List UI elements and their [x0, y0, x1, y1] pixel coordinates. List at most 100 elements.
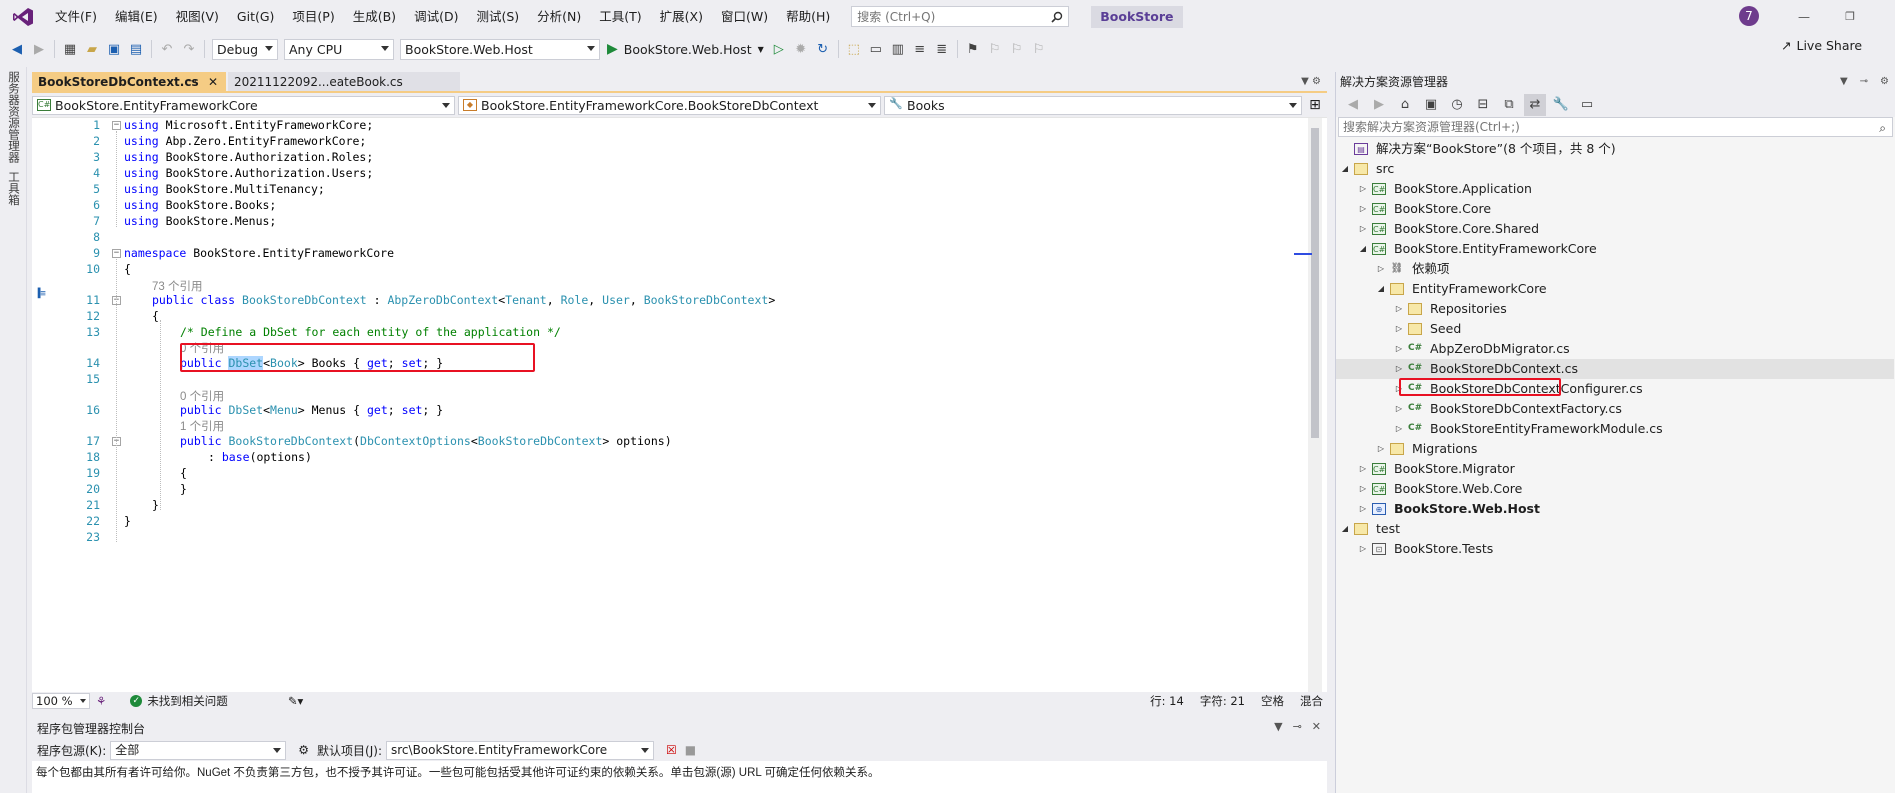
- chevron-down-icon[interactable]: ▼: [1274, 720, 1282, 733]
- open-button[interactable]: ▰: [81, 38, 103, 60]
- tree-node[interactable]: ◢ C# BookStore.EntityFrameworkCore: [1336, 239, 1894, 259]
- restore-button[interactable]: ❐: [1828, 0, 1872, 33]
- start-debugging-button[interactable]: ▶ BookStore.Web.Host ▼: [603, 38, 768, 60]
- browser-link-button[interactable]: ⬚: [843, 38, 865, 60]
- clear-console-icon[interactable]: ☒: [666, 743, 677, 757]
- switch-views-button[interactable]: ▣: [1420, 94, 1442, 116]
- clear-bookmarks-button[interactable]: ⚐: [1028, 38, 1050, 60]
- collapsed-arrow-icon[interactable]: ▷: [1394, 399, 1404, 419]
- collapsed-arrow-icon[interactable]: ▷: [1358, 459, 1368, 479]
- column-indicator[interactable]: 字符: 21: [1200, 693, 1245, 709]
- codelens-references[interactable]: 73 个引用: [152, 278, 203, 294]
- menu-git[interactable]: Git(G): [228, 0, 284, 33]
- menu-extensions[interactable]: 扩展(X): [651, 0, 712, 33]
- back-button[interactable]: ◀: [1342, 94, 1364, 116]
- whitespace-indicator[interactable]: 空格: [1261, 693, 1284, 709]
- tree-node[interactable]: ▷ C# AbpZeroDbMigrator.cs: [1336, 339, 1894, 359]
- collapsed-arrow-icon[interactable]: ▷: [1376, 439, 1386, 459]
- tab-bookstoredbcontext[interactable]: BookStoreDbContext.cs ⊸ ✕: [32, 72, 226, 92]
- minimize-button[interactable]: —: [1782, 0, 1826, 33]
- forward-button[interactable]: ▶: [28, 38, 50, 60]
- tree-node[interactable]: ◢ src: [1336, 159, 1894, 179]
- member-nav-select[interactable]: 🔧 Books: [884, 96, 1302, 115]
- configuration-select[interactable]: Debug: [212, 38, 278, 60]
- code-editor[interactable]: ▐≡ 1 2 3 4 5 6 7 8 9 10 11 12 13 14 15 1…: [32, 117, 1327, 692]
- tree-node[interactable]: ▷ Repositories: [1336, 299, 1894, 319]
- chevron-down-icon[interactable]: ▼: [1840, 72, 1848, 92]
- tree-node[interactable]: ◢ test: [1336, 519, 1894, 539]
- type-nav-select[interactable]: ◆ BookStore.EntityFrameworkCore.BookStor…: [458, 96, 881, 115]
- tab-overflow-button[interactable]: ▼ ⚙: [1296, 72, 1326, 92]
- show-all-files-button[interactable]: ⧉: [1498, 94, 1520, 116]
- zoom-select[interactable]: 100 %: [32, 693, 90, 709]
- package-source-select[interactable]: 全部: [110, 740, 287, 760]
- format-button[interactable]: ≡: [909, 38, 931, 60]
- editor-vertical-scrollbar[interactable]: [1294, 118, 1322, 692]
- back-button[interactable]: ◀: [6, 38, 28, 60]
- collapsed-arrow-icon[interactable]: ▷: [1358, 479, 1368, 499]
- visual-studio-logo-icon[interactable]: [10, 6, 36, 28]
- default-project-select[interactable]: src\BookStore.EntityFrameworkCore: [386, 740, 654, 760]
- menu-tools[interactable]: 工具(T): [590, 0, 650, 33]
- menu-debug[interactable]: 调试(D): [405, 0, 467, 33]
- server-explorer-tab[interactable]: 服务器资源管理器: [6, 67, 22, 167]
- live-share-button[interactable]: ↗ Live Share: [1781, 38, 1862, 53]
- preview-button[interactable]: ▭: [1576, 94, 1598, 116]
- tree-node[interactable]: ▷ C# BookStoreDbContextFactory.cs: [1336, 399, 1894, 419]
- columns-button[interactable]: ▥: [887, 38, 909, 60]
- prev-bookmark-button[interactable]: ⚐: [984, 38, 1006, 60]
- properties-button[interactable]: 🔧: [1550, 94, 1572, 116]
- pmc-output[interactable]: 每个包都由其所有者许可给你。NuGet 不负责第三方包，也不授予其许可证。一些包…: [32, 761, 1327, 793]
- comment-button[interactable]: ≣: [931, 38, 953, 60]
- menu-project[interactable]: 项目(P): [283, 0, 343, 33]
- menu-file[interactable]: 文件(F): [46, 0, 106, 33]
- startup-project-select[interactable]: BookStore.Web.Host: [400, 38, 600, 60]
- restart-button[interactable]: ↻: [812, 38, 834, 60]
- code-area[interactable]: ▐≡ 1 2 3 4 5 6 7 8 9 10 11 12 13 14 15 1…: [32, 118, 1322, 692]
- tree-node[interactable]: ▷ C# BookStore.Core: [1336, 199, 1894, 219]
- platform-select[interactable]: Any CPU: [284, 38, 394, 60]
- expanded-arrow-icon[interactable]: ◢: [1376, 279, 1386, 299]
- tree-node[interactable]: ▷ ⛓ 依赖项: [1336, 259, 1894, 279]
- solution-search-box[interactable]: ⌕: [1338, 117, 1893, 137]
- tree-node[interactable]: ◢ EntityFrameworkCore: [1336, 279, 1894, 299]
- collapsed-arrow-icon[interactable]: ▷: [1394, 359, 1404, 379]
- toolbox-tab[interactable]: 工具箱: [6, 167, 22, 210]
- collapsed-arrow-icon[interactable]: ▷: [1376, 259, 1386, 279]
- tree-node[interactable]: ▷ C# BookStoreDbContext.cs: [1336, 359, 1894, 379]
- tab-createbook[interactable]: 20211122092...eateBook.cs: [228, 72, 460, 92]
- menu-help[interactable]: 帮助(H): [777, 0, 839, 33]
- collapsed-arrow-icon[interactable]: ▷: [1394, 299, 1404, 319]
- menu-window[interactable]: 窗口(W): [712, 0, 777, 33]
- collapsed-arrow-icon[interactable]: ▷: [1358, 499, 1368, 519]
- forward-button[interactable]: ▶: [1368, 94, 1390, 116]
- collapse-toggle[interactable]: −: [112, 249, 121, 258]
- line-ending-indicator[interactable]: 混合: [1300, 693, 1323, 709]
- scrollbar-thumb[interactable]: [1311, 128, 1319, 438]
- undo-button[interactable]: ↶: [156, 38, 178, 60]
- expanded-arrow-icon[interactable]: ◢: [1358, 239, 1368, 259]
- collapsed-arrow-icon[interactable]: ▷: [1358, 539, 1368, 559]
- expanded-arrow-icon[interactable]: ◢: [1340, 159, 1350, 179]
- collapsed-arrow-icon[interactable]: ▷: [1394, 319, 1404, 339]
- sync-active-doc-button[interactable]: ⇄: [1524, 93, 1546, 116]
- start-without-debugging-button[interactable]: ▷: [768, 38, 790, 60]
- pin-icon[interactable]: ⊸: [1860, 72, 1868, 92]
- tree-node[interactable]: ▷ Migrations: [1336, 439, 1894, 459]
- menu-test[interactable]: 测试(S): [467, 0, 528, 33]
- intellicode-icon[interactable]: ⚘: [96, 694, 106, 708]
- solution-search-input[interactable]: [1343, 120, 1863, 134]
- tree-node[interactable]: ▷ Seed: [1336, 319, 1894, 339]
- gear-icon[interactable]: ⚙: [298, 743, 309, 757]
- collapsed-arrow-icon[interactable]: ▷: [1394, 419, 1404, 439]
- tree-node[interactable]: ▷ C# BookStoreEntityFrameworkModule.cs: [1336, 419, 1894, 439]
- search-box[interactable]: [851, 6, 1070, 27]
- expanded-arrow-icon[interactable]: ◢: [1340, 519, 1350, 539]
- project-nav-select[interactable]: C# BookStore.EntityFrameworkCore: [32, 96, 455, 115]
- stop-icon[interactable]: ■: [685, 743, 696, 757]
- collapse-toggle[interactable]: −: [112, 121, 121, 130]
- next-bookmark-button[interactable]: ⚐: [1006, 38, 1028, 60]
- layout-button[interactable]: ▭: [865, 38, 887, 60]
- redo-button[interactable]: ↷: [178, 38, 200, 60]
- line-indicator[interactable]: 行: 14: [1150, 693, 1184, 709]
